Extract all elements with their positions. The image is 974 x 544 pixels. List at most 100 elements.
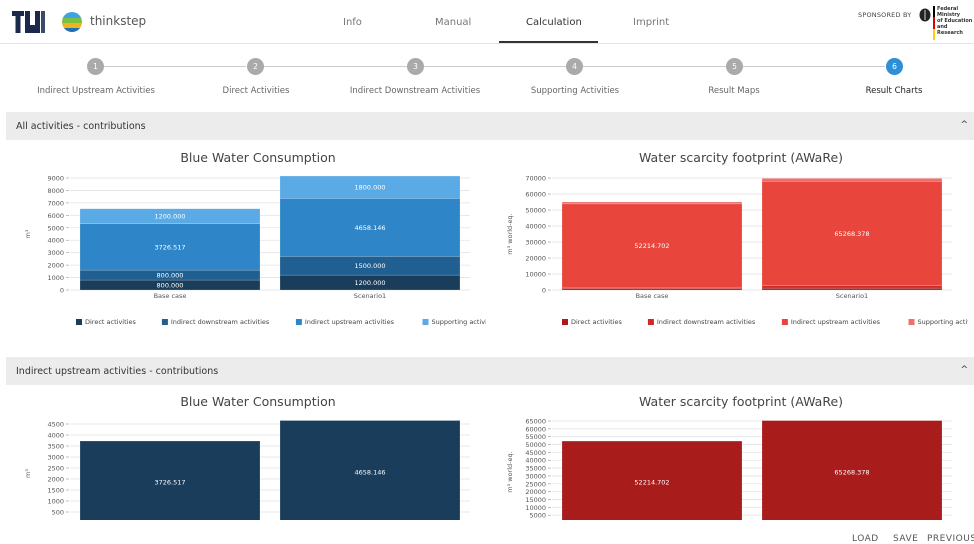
tab-imprint[interactable]: Imprint xyxy=(633,17,669,28)
chart-title-blue-water: Blue Water Consumption xyxy=(180,150,336,165)
ministry-line-1: Federal Ministry xyxy=(937,6,961,18)
top-navbar: thinkstep Info Manual Calculation Imprin… xyxy=(0,0,974,44)
legend-label[interactable]: Indirect downstream activities xyxy=(171,318,270,326)
y-tick-label: 20000 xyxy=(525,488,546,496)
step-2-label[interactable]: Direct Activities xyxy=(223,86,290,96)
legend-label[interactable]: Direct activities xyxy=(85,318,136,326)
y-axis-label: m³ xyxy=(24,469,32,478)
x-category-label: Scenario1 xyxy=(354,292,386,300)
step-6-label[interactable]: Result Charts xyxy=(866,86,923,96)
bar-segment[interactable] xyxy=(761,285,943,289)
legend-label[interactable]: Supporting activities xyxy=(432,318,487,326)
legend-swatch[interactable] xyxy=(781,319,788,325)
step-5-circle[interactable]: 5 xyxy=(726,58,743,75)
chevron-up-icon[interactable]: ^ xyxy=(960,365,968,375)
bar-value-label: 3726.517 xyxy=(154,243,185,251)
tab-manual[interactable]: Manual xyxy=(435,17,471,28)
tab-info[interactable]: Info xyxy=(343,17,362,28)
chart-title-water-scarcity: Water scarcity footprint (AWaRe) xyxy=(638,150,844,165)
chart-blue-water-upstream: 4500 4000 3500 3000 2500 2000 1500 1000 500 m³ 372… xyxy=(24,420,470,520)
y-tick-label: 1000 xyxy=(47,274,64,282)
german-flag-bar xyxy=(933,6,935,40)
y-tick-label: 25000 xyxy=(525,480,546,488)
legend-swatch[interactable] xyxy=(422,319,429,325)
y-tick-label: 2500 xyxy=(47,465,64,473)
y-tick-label: 2000 xyxy=(47,476,64,484)
section-header-all-activities[interactable]: All activities - contributions ^ xyxy=(6,112,974,140)
active-tab-indicator xyxy=(499,41,598,43)
y-tick-label: 3000 xyxy=(47,249,64,257)
y-tick-label: 30000 xyxy=(525,472,546,480)
tu-logo[interactable] xyxy=(12,11,46,35)
bar-value-label: 1200.000 xyxy=(154,213,185,221)
chart-title-water-scarcity: Water scarcity footprint (AWaRe) xyxy=(638,394,844,409)
legend-label[interactable]: Indirect upstream activities xyxy=(791,318,881,326)
legend-swatch[interactable] xyxy=(908,319,915,325)
bar-segment[interactable] xyxy=(761,287,943,291)
y-tick-label: 15000 xyxy=(525,496,546,504)
y-tick-label: 60000 xyxy=(525,425,546,433)
bar-value-label: 800.000 xyxy=(157,272,184,280)
bar-segment[interactable] xyxy=(561,201,743,205)
legend-label[interactable]: Indirect downstream activities xyxy=(657,318,756,326)
section-title: Indirect upstream activities - contribut… xyxy=(16,366,219,377)
legend-swatch[interactable] xyxy=(295,319,302,325)
y-tick-label: 6000 xyxy=(47,212,64,220)
y-tick-label: 4000 xyxy=(47,237,64,245)
step-6-circle[interactable]: 6 xyxy=(886,58,903,75)
y-axis-label: m³ world-eq. xyxy=(506,451,514,492)
y-tick-label: 3000 xyxy=(47,454,64,462)
y-tick-label: 5000 xyxy=(529,512,546,520)
y-tick-label: 20000 xyxy=(525,255,546,263)
step-1-circle[interactable]: 1 xyxy=(87,58,104,75)
step-4-label[interactable]: Supporting Activities xyxy=(531,86,619,96)
y-tick-label: 3500 xyxy=(47,443,64,451)
y-tick-label: 9000 xyxy=(47,175,64,183)
ministry-line-3: and Research xyxy=(937,24,963,36)
x-category-label: Base case xyxy=(636,292,669,300)
y-tick-label: 45000 xyxy=(525,449,546,457)
legend-label[interactable]: Supporting activities xyxy=(918,318,969,326)
tab-calculation[interactable]: Calculation xyxy=(526,17,582,28)
load-button[interactable]: LOAD xyxy=(852,534,879,544)
y-tick-label: 40000 xyxy=(525,457,546,465)
legend-label[interactable]: Indirect upstream activities xyxy=(305,318,395,326)
legend-swatch[interactable] xyxy=(647,319,654,325)
save-button[interactable]: SAVE xyxy=(893,534,918,544)
legend-swatch[interactable] xyxy=(76,319,82,325)
federal-eagle-icon xyxy=(919,8,931,22)
chevron-up-icon[interactable]: ^ xyxy=(960,120,968,130)
chart-blue-water-all: 9000 8000 7000 6000 5000 4000 3000 2000 1000 0 m³ 8… xyxy=(24,175,487,327)
stepper-connector xyxy=(264,66,407,67)
step-2-circle[interactable]: 2 xyxy=(247,58,264,75)
step-3-label[interactable]: Indirect Downstream Activities xyxy=(350,86,480,96)
previous-button[interactable]: PREVIOUS xyxy=(927,534,974,544)
bar-value-label: 1500.000 xyxy=(354,262,385,270)
step-3-circle[interactable]: 3 xyxy=(407,58,424,75)
section-header-indirect-upstream[interactable]: Indirect upstream activities - contribut… xyxy=(6,357,974,385)
step-1-label[interactable]: Indirect Upstream Activities xyxy=(37,86,155,96)
y-tick-label: 70000 xyxy=(525,175,546,183)
y-axis-label: m³ xyxy=(24,229,32,238)
bar-value-label: 52214.702 xyxy=(634,479,669,487)
stepper-connector xyxy=(424,66,566,67)
y-tick-label: 10000 xyxy=(525,504,546,512)
y-tick-label: 50000 xyxy=(525,441,546,449)
step-5-label[interactable]: Result Maps xyxy=(708,86,759,96)
y-tick-label: 40000 xyxy=(525,223,546,231)
chart-water-scarcity-all: 70000 60000 50000 40000 30000 20000 10000 0 m³ w… xyxy=(506,175,969,327)
legend-label[interactable]: Direct activities xyxy=(571,318,622,326)
legend-swatch[interactable] xyxy=(562,319,568,325)
y-tick-label: 4500 xyxy=(47,421,64,429)
y-tick-label: 1500 xyxy=(47,487,64,495)
stepper-connector xyxy=(583,66,726,67)
legend-swatch[interactable] xyxy=(161,319,168,325)
ministry-logo-text: Federal Ministry of Education and Resear… xyxy=(937,6,974,36)
step-4-circle[interactable]: 4 xyxy=(566,58,583,75)
bar-value-label: 65268.378 xyxy=(834,468,869,476)
stepper-connector xyxy=(104,66,246,67)
chart-title-blue-water: Blue Water Consumption xyxy=(180,394,336,409)
thinkstep-logo[interactable] xyxy=(62,12,82,32)
y-tick-label: 35000 xyxy=(525,465,546,473)
bar-segment[interactable] xyxy=(761,178,943,182)
